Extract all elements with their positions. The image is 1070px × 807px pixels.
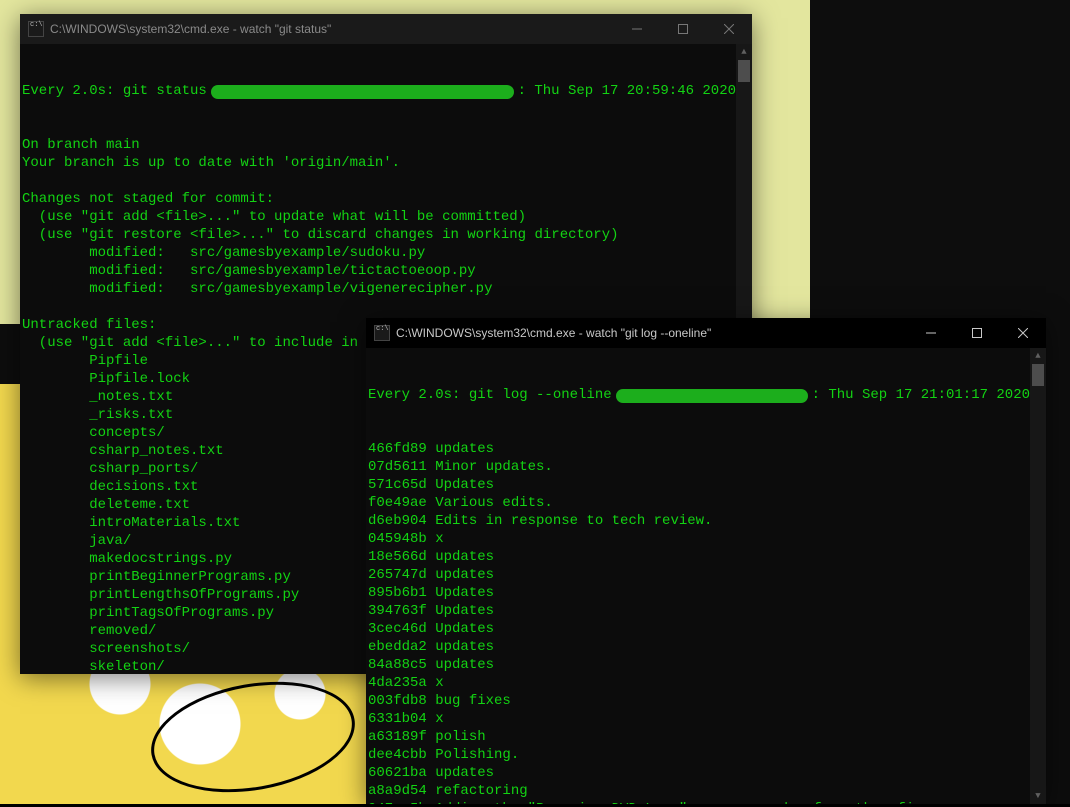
close-button[interactable] [1000,318,1046,348]
redacted-hostname [211,85,514,99]
terminal-content[interactable]: Every 2.0s: git log --oneline : Thu Sep … [366,348,1046,804]
watch-header-row: Every 2.0s: git status : Thu Sep 17 20:5… [22,82,752,100]
scroll-thumb[interactable] [1032,364,1044,386]
titlebar[interactable]: C:\WINDOWS\system32\cmd.exe - watch "git… [20,14,752,44]
cmd-icon [374,325,390,341]
watch-timestamp: : Thu Sep 17 21:01:17 2020 [812,386,1046,404]
window-controls [614,14,752,44]
window-title: C:\WINDOWS\system32\cmd.exe - watch "git… [50,22,614,36]
watch-interval-text: Every 2.0s: git status [22,82,207,100]
close-button[interactable] [706,14,752,44]
minimize-button[interactable] [908,318,954,348]
cmd-window-git-log[interactable]: C:\WINDOWS\system32\cmd.exe - watch "git… [366,318,1046,804]
scroll-up-button[interactable]: ▲ [736,44,752,60]
watch-header-row: Every 2.0s: git log --oneline : Thu Sep … [368,386,1046,404]
window-title: C:\WINDOWS\system32\cmd.exe - watch "git… [396,326,908,340]
maximize-button[interactable] [660,14,706,44]
terminal-output: 466fd89 updates 07d5611 Minor updates. 5… [368,440,1046,804]
scroll-up-button[interactable]: ▲ [1030,348,1046,364]
redacted-hostname [616,389,808,403]
scroll-down-button[interactable]: ▼ [1030,788,1046,804]
cmd-icon [28,21,44,37]
scroll-thumb[interactable] [738,60,750,82]
watch-interval-text: Every 2.0s: git log --oneline [368,386,612,404]
window-controls [908,318,1046,348]
scrollbar[interactable]: ▲ ▼ [1030,348,1046,804]
watch-timestamp: : Thu Sep 17 20:59:46 2020 [518,82,752,100]
minimize-button[interactable] [614,14,660,44]
titlebar[interactable]: C:\WINDOWS\system32\cmd.exe - watch "git… [366,318,1046,348]
maximize-button[interactable] [954,318,1000,348]
